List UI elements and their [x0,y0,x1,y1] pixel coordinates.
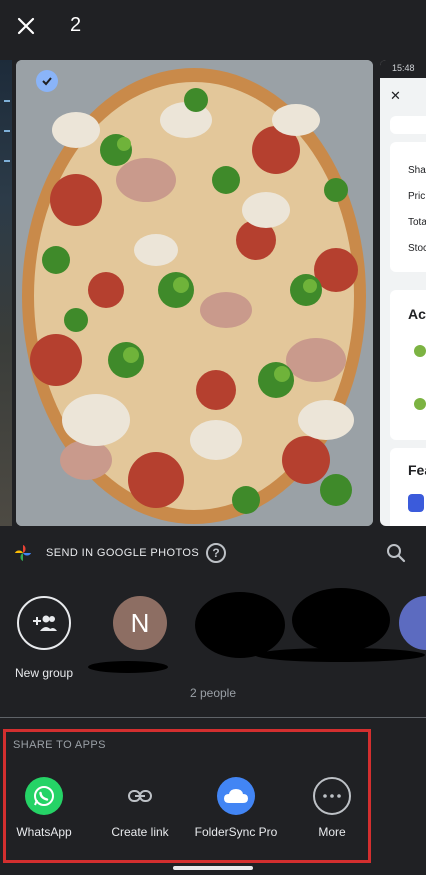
whatsapp-icon [25,777,63,815]
thumbnail-row-label: Tota [408,217,426,228]
whatsapp-app[interactable]: WhatsApp [0,777,94,839]
search-icon[interactable] [386,543,406,563]
google-photos-header: SEND IN GOOGLE PHOTOS ? [0,530,426,576]
thumbnail-status-time: 15:48 [380,60,426,78]
new-group-label: New group [14,666,74,680]
link-icon [121,777,159,815]
thumbnail-section-title: Act [408,306,426,322]
more-icon [313,777,351,815]
contact-more[interactable] [386,596,426,650]
home-indicator[interactable] [173,866,253,870]
close-button[interactable] [10,10,42,42]
whatsapp-label: WhatsApp [16,825,72,839]
create-link-app[interactable]: Create link [90,777,190,839]
thumbnail-row-label: Stoc [408,243,426,254]
thumbnail-section-title: Fea [408,462,426,478]
google-photos-title: SEND IN GOOGLE PHOTOS [46,547,200,559]
new-group-button[interactable]: New group [4,596,84,680]
add-group-icon [17,596,71,650]
contact-avatar: N [113,596,167,650]
next-photo-thumbnail[interactable]: 15:48 ✕ Sha Pric Tota Stoc Act Fea [380,60,426,526]
thumbnail-close-icon: ✕ [390,88,401,103]
previous-photo-thumbnail[interactable] [0,60,12,526]
share-sheet-screen: 2 15:48 ✕ Sha Pric Tota Stoc Ac Fe SEND … [0,0,426,875]
share-to-apps-title: SHARE TO APPS [13,739,106,751]
google-photos-logo-icon [14,544,32,562]
pizza-image [16,60,373,526]
selected-count: 2 [70,14,82,36]
contacts-row: New group N 2 people [0,576,426,716]
thumbnail-row-label: Sha [408,165,426,176]
more-label: More [318,825,346,839]
top-bar: 2 [0,0,426,54]
cloud-icon [217,777,255,815]
people-count: 2 people [189,686,237,700]
thumbnail-row-label: Pric [408,191,426,202]
selected-photo-pizza[interactable] [16,60,373,526]
selected-check-icon[interactable] [36,70,58,92]
foldersync-pro-label: FolderSync Pro [194,825,278,839]
more-apps-button[interactable]: More [282,777,382,839]
help-icon[interactable]: ? [206,543,226,563]
photo-carousel[interactable]: 15:48 ✕ Sha Pric Tota Stoc Act Fea [0,56,426,530]
foldersync-pro-app[interactable]: FolderSync Pro [186,777,286,839]
close-icon [17,17,35,35]
create-link-label: Create link [111,825,169,839]
contact-n[interactable]: N [100,596,180,650]
share-to-apps-section: SHARE TO APPS WhatsApp Create link Folde… [0,718,426,875]
